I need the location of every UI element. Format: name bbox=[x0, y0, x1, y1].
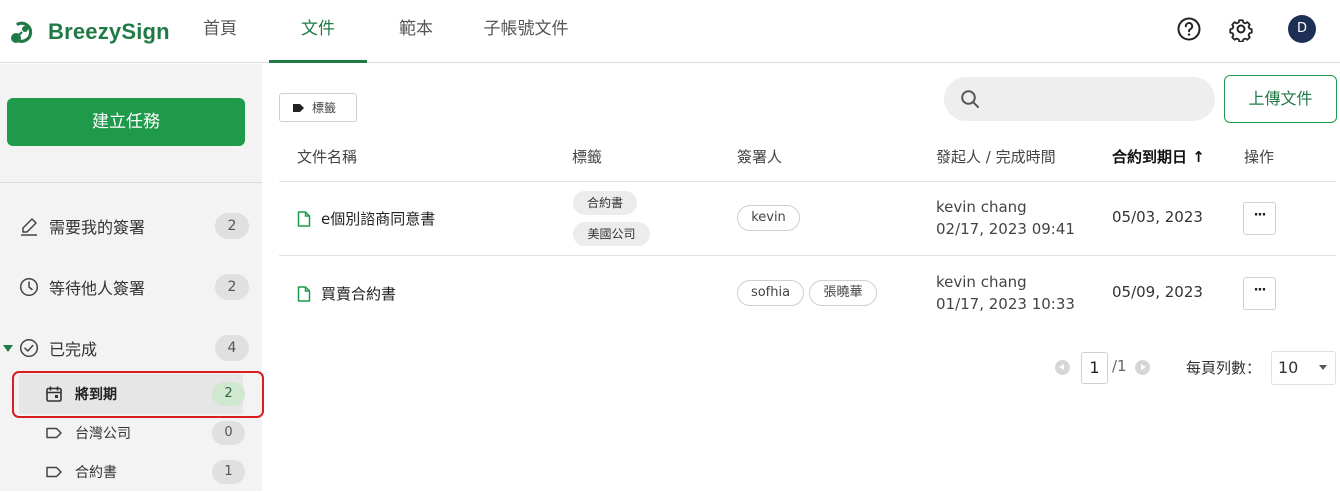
expiry-date: 05/09, 2023 bbox=[1112, 283, 1203, 301]
sidebar-item-label: 台灣公司 bbox=[75, 426, 131, 442]
count-badge: 4 bbox=[215, 335, 249, 361]
document-name-link[interactable]: e個別諮商同意書 bbox=[297, 208, 435, 229]
sidebar-item-completed[interactable]: 已完成 4 bbox=[0, 328, 262, 368]
sidebar-divider bbox=[0, 182, 262, 183]
sidebar-item-contract[interactable]: 合約書 1 bbox=[0, 452, 262, 492]
more-actions-button[interactable]: ··· bbox=[1243, 202, 1276, 235]
document-name: 買賣合約書 bbox=[321, 285, 397, 303]
app-name: BreezySign bbox=[48, 19, 170, 44]
count-badge: 1 bbox=[212, 460, 245, 484]
sidebar-item-label: 合約書 bbox=[75, 465, 117, 481]
column-header-tags[interactable]: 標籤 bbox=[572, 146, 602, 167]
sidebar-item-need-my-signature[interactable]: 需要我的簽署 2 bbox=[0, 206, 262, 246]
signer-chip: kevin bbox=[737, 205, 800, 231]
caret-down-icon[interactable] bbox=[3, 344, 13, 352]
avatar[interactable]: D bbox=[1288, 15, 1316, 43]
gear-icon[interactable] bbox=[1228, 16, 1254, 42]
count-badge: 0 bbox=[212, 421, 245, 445]
rows-per-page-select[interactable]: 10 bbox=[1271, 351, 1336, 385]
breezysign-logo-icon bbox=[11, 21, 33, 43]
column-header-signers[interactable]: 簽署人 bbox=[737, 146, 782, 167]
document-icon bbox=[297, 285, 311, 302]
sidebar-item-label: 等待他人簽署 bbox=[49, 279, 146, 298]
more-actions-button[interactable]: ··· bbox=[1243, 277, 1276, 310]
search-icon bbox=[961, 90, 979, 108]
sender-name: kevin chang bbox=[936, 198, 1027, 216]
column-header-sender[interactable]: 發起人 / 完成時間 bbox=[936, 146, 1056, 167]
sort-arrow-up-icon: ↑ bbox=[1192, 148, 1205, 166]
sidebar: 建立任務 需要我的簽署 2 等待他人簽署 2 已完成 4 將到期 2 台灣公司 … bbox=[0, 64, 264, 492]
sender-name: kevin chang bbox=[936, 273, 1027, 291]
tag-icon bbox=[46, 466, 62, 478]
next-page-button[interactable] bbox=[1135, 360, 1150, 375]
check-circle-icon bbox=[19, 338, 39, 358]
total-pages: /1 bbox=[1112, 357, 1127, 375]
search-input[interactable] bbox=[992, 77, 1202, 121]
signer-chip: sofhia bbox=[737, 280, 804, 306]
sidebar-item-taiwan-company[interactable]: 台灣公司 0 bbox=[0, 413, 262, 453]
page-number-input[interactable]: 1 bbox=[1081, 352, 1108, 384]
prev-page-button[interactable] bbox=[1055, 360, 1070, 375]
rows-per-page-value: 10 bbox=[1278, 358, 1299, 377]
document-name-link[interactable]: 買賣合約書 bbox=[297, 283, 396, 304]
tab-home[interactable]: 首頁 bbox=[190, 0, 250, 63]
count-badge: 2 bbox=[212, 382, 245, 406]
create-task-button[interactable]: 建立任務 bbox=[7, 98, 245, 146]
tag-icon bbox=[293, 103, 304, 112]
document-name: e個別諮商同意書 bbox=[321, 210, 436, 228]
logo[interactable]: BreezySign bbox=[8, 17, 170, 47]
sidebar-item-label: 需要我的簽署 bbox=[49, 218, 146, 237]
row-divider bbox=[279, 255, 1336, 256]
top-navbar: BreezySign 首頁 文件 範本 子帳號文件 D bbox=[0, 0, 1340, 63]
column-header-expiry[interactable]: 合約到期日 ↑ bbox=[1112, 146, 1205, 167]
tag-chip: 美國公司 bbox=[573, 222, 650, 246]
tag-chip: 合約書 bbox=[573, 191, 637, 215]
count-badge: 2 bbox=[215, 274, 249, 300]
sidebar-item-expiring[interactable]: 將到期 2 bbox=[19, 374, 245, 414]
upload-document-button[interactable]: 上傳文件 bbox=[1224, 75, 1337, 123]
sidebar-item-label: 將到期 bbox=[75, 387, 117, 403]
tab-subaccount-documents[interactable]: 子帳號文件 bbox=[475, 0, 577, 63]
chevron-down-icon bbox=[1319, 365, 1327, 370]
tab-templates[interactable]: 範本 bbox=[386, 0, 446, 63]
help-icon[interactable] bbox=[1176, 16, 1202, 42]
completion-time: 02/17, 2023 09:41 bbox=[936, 220, 1075, 238]
expiry-date: 05/03, 2023 bbox=[1112, 208, 1203, 226]
column-header-actions: 操作 bbox=[1244, 148, 1275, 166]
sidebar-item-waiting-for-others[interactable]: 等待他人簽署 2 bbox=[0, 267, 262, 307]
tag-icon bbox=[46, 427, 62, 439]
tag-filter-label: 標籤 bbox=[312, 101, 337, 115]
search-box[interactable] bbox=[944, 77, 1215, 121]
row-divider bbox=[279, 181, 1336, 182]
pencil-icon bbox=[21, 218, 37, 236]
tag-filter-button[interactable]: 標籤 bbox=[279, 93, 357, 122]
calendar-icon bbox=[46, 386, 62, 402]
column-header-name[interactable]: 文件名稱 bbox=[297, 146, 357, 167]
completion-time: 01/17, 2023 10:33 bbox=[936, 295, 1075, 313]
count-badge: 2 bbox=[215, 213, 249, 239]
clock-icon bbox=[19, 277, 39, 297]
rows-per-page-label: 每頁列數： bbox=[1186, 359, 1262, 377]
sidebar-item-label: 已完成 bbox=[49, 340, 98, 359]
tab-documents[interactable]: 文件 bbox=[269, 0, 367, 63]
document-icon bbox=[297, 210, 311, 227]
column-header-expiry-label: 合約到期日 bbox=[1112, 148, 1188, 166]
signer-chip: 張曉華 bbox=[809, 280, 877, 306]
